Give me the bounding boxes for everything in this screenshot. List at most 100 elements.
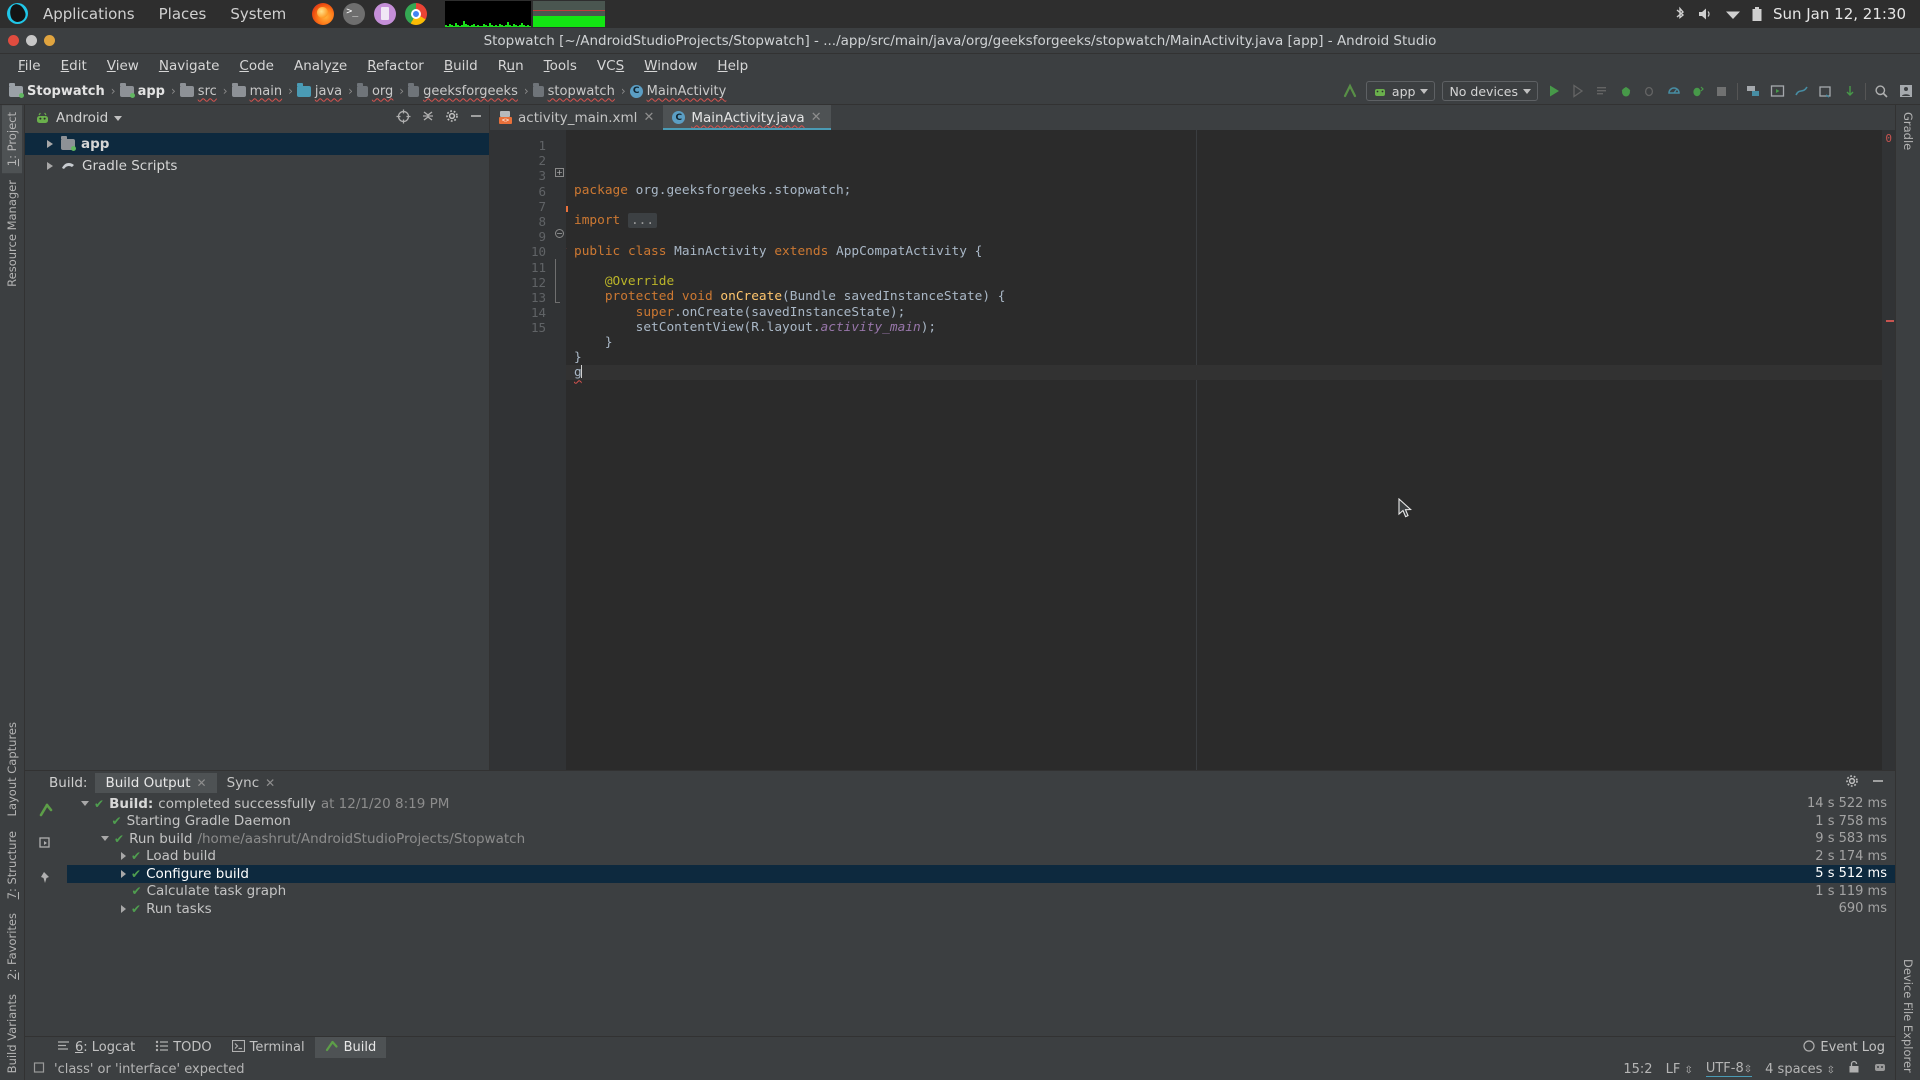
- tool-window-tab-7-structure[interactable]: 7: Structure: [2, 824, 22, 906]
- tab-build-output[interactable]: Build Output ✕: [95, 773, 217, 793]
- build-hammer-icon[interactable]: [38, 801, 55, 822]
- menu-vcs[interactable]: VCS: [587, 56, 634, 76]
- lock-icon[interactable]: [1848, 1060, 1860, 1078]
- close-icon[interactable]: ✕: [811, 110, 822, 125]
- tool-window-tab-layout-captures[interactable]: Layout Captures: [2, 715, 22, 823]
- battery-icon[interactable]: [1752, 6, 1762, 22]
- clock[interactable]: Sun Jan 12, 21:30: [1773, 5, 1906, 23]
- device-file-explorer-icon[interactable]: [1817, 83, 1834, 100]
- update-project-icon[interactable]: [1841, 83, 1858, 100]
- menu-help[interactable]: Help: [707, 56, 758, 76]
- breadcrumb-item-stopwatch[interactable]: stopwatch: [531, 82, 619, 99]
- breadcrumb-item-app[interactable]: app: [118, 82, 169, 99]
- breadcrumb-item-mainactivity[interactable]: C MainActivity: [628, 84, 731, 99]
- build-output-row[interactable]: ✔ Run tasks 690 ms: [67, 900, 1895, 918]
- bottom-tab-todo[interactable]: TODO: [145, 1038, 221, 1058]
- menu-navigate[interactable]: Navigate: [149, 56, 230, 76]
- build-output-row[interactable]: ✔ Calculate task graph 1 s 119 ms: [67, 883, 1895, 901]
- collapse-all-icon[interactable]: [421, 109, 435, 127]
- sync-project-icon[interactable]: [1342, 83, 1359, 100]
- run-icon[interactable]: [1545, 83, 1562, 100]
- error-marker[interactable]: [1886, 320, 1894, 322]
- code-line[interactable]: @Override: [566, 274, 1882, 289]
- cpu-monitor-graph[interactable]: [445, 1, 532, 27]
- build-output-tree[interactable]: ✔ Build: completed successfully at 12/1/2…: [67, 795, 1895, 1036]
- profiler-icon[interactable]: [1665, 83, 1682, 100]
- bottom-tab-6-logcat[interactable]: 6: Logcat: [47, 1038, 145, 1058]
- line-number[interactable]: 10: [490, 244, 567, 259]
- bluetooth-icon[interactable]: [1673, 6, 1687, 22]
- tool-window-tab-2-favorites[interactable]: 2: Favorites: [2, 906, 22, 987]
- menu-run[interactable]: Run: [488, 56, 534, 76]
- memory-monitor-graph[interactable]: [533, 1, 606, 27]
- tool-window-tab-build-variants[interactable]: Build Variants: [2, 987, 22, 1080]
- layout-inspector-icon[interactable]: [1793, 83, 1810, 100]
- menu-code[interactable]: Code: [229, 56, 284, 76]
- apply-changes-icon[interactable]: [1569, 83, 1586, 100]
- settings-gear-icon[interactable]: [1845, 774, 1859, 792]
- volume-icon[interactable]: [1698, 7, 1714, 21]
- breadcrumb-item-stopwatch[interactable]: Stopwatch: [7, 82, 109, 99]
- tool-window-tab-1-project[interactable]: 1: Project: [2, 105, 22, 174]
- debug-icon[interactable]: [1617, 83, 1634, 100]
- close-icon[interactable]: ✕: [643, 110, 654, 125]
- caret-position[interactable]: 15:2: [1623, 1062, 1652, 1077]
- indent-setting[interactable]: 4 spaces ⇳: [1765, 1062, 1835, 1077]
- expand-triangle-icon[interactable]: [121, 852, 126, 861]
- bottom-tab-terminal[interactable]: Terminal: [222, 1038, 315, 1058]
- code-line[interactable]: [566, 198, 1882, 213]
- fold-collapse-method-icon[interactable]: −: [555, 229, 564, 238]
- pin-icon[interactable]: [38, 870, 54, 890]
- breadcrumb-item-src[interactable]: src: [178, 82, 221, 99]
- breadcrumb-item-geeksforgeeks[interactable]: geeksforgeeks: [406, 82, 522, 99]
- editor-tab-mainactivity-java[interactable]: C MainActivity.java ✕: [663, 105, 831, 130]
- line-number[interactable]: 8: [490, 214, 552, 229]
- chrome-icon[interactable]: [405, 3, 428, 25]
- code-line[interactable]: }: [566, 335, 1882, 350]
- build-output-row[interactable]: ✔ Load build 2 s 174 ms: [67, 848, 1895, 866]
- tool-window-tab-gradle[interactable]: Gradle: [1898, 105, 1918, 157]
- terminal-icon[interactable]: [343, 3, 366, 25]
- line-number-gutter[interactable]: 1 2 3 6 7 8 9 10 11 12 13 14 15: [490, 130, 568, 770]
- locate-icon[interactable]: [396, 109, 411, 128]
- tab-sync[interactable]: Sync ✕: [217, 773, 286, 793]
- hide-panel-icon[interactable]: [1871, 774, 1885, 792]
- project-tree-node-gradle-scripts[interactable]: Gradle Scripts: [25, 155, 489, 177]
- line-number[interactable]: 1: [490, 138, 552, 153]
- breadcrumb-item-org[interactable]: org: [355, 82, 397, 99]
- menu-refactor[interactable]: Refactor: [357, 56, 434, 76]
- build-output-row[interactable]: ✔ Configure build 5 s 512 ms: [67, 865, 1895, 883]
- build-output-row[interactable]: ✔ Build: completed successfully at 12/1/2…: [67, 795, 1895, 813]
- code-line[interactable]: setContentView(R.layout.activity_main);: [566, 320, 1882, 335]
- project-tree[interactable]: app Gradle Scripts: [25, 131, 489, 770]
- editor-body[interactable]: 1 2 3 6 7 8 9 10 11 12 13 14 15 + − package org.geek…: [490, 130, 1895, 770]
- stop-icon[interactable]: [1713, 83, 1730, 100]
- menu-window[interactable]: Window: [634, 56, 707, 76]
- maximize-window-button[interactable]: [44, 35, 55, 46]
- tool-window-tab-device-file-explorer[interactable]: Device File Explorer: [1898, 952, 1918, 1080]
- android-face-icon[interactable]: [1873, 1060, 1887, 1078]
- profile-icon[interactable]: [1897, 83, 1914, 100]
- applications-menu[interactable]: Applications: [31, 0, 147, 28]
- expand-triangle-icon[interactable]: [121, 869, 126, 878]
- line-number[interactable]: 13: [490, 290, 552, 305]
- code-line[interactable]: public class MainActivity extends AppCom…: [566, 244, 1882, 259]
- code-line[interactable]: g: [566, 365, 1882, 381]
- apply-code-changes-icon[interactable]: [1593, 83, 1610, 100]
- distro-logo-icon[interactable]: [5, 1, 31, 27]
- hide-panel-icon[interactable]: [469, 109, 483, 127]
- error-stripe-gutter[interactable]: 0: [1882, 130, 1895, 770]
- minimize-window-button[interactable]: [26, 35, 37, 46]
- expand-triangle-icon[interactable]: [47, 162, 53, 170]
- code-line[interactable]: protected void onCreate(Bundle savedInst…: [566, 289, 1882, 304]
- line-number[interactable]: 2: [490, 153, 552, 168]
- line-number[interactable]: 12: [490, 275, 552, 290]
- device-selector[interactable]: No devices: [1442, 81, 1538, 101]
- close-icon[interactable]: ✕: [197, 776, 207, 790]
- code-line[interactable]: }: [566, 350, 1882, 365]
- attach-debugger-icon[interactable]: [1641, 83, 1658, 100]
- error-count-badge[interactable]: 0: [1885, 132, 1892, 145]
- collapse-triangle-icon[interactable]: [101, 836, 109, 842]
- code-line[interactable]: super.onCreate(savedInstanceState);: [566, 305, 1882, 320]
- fold-expand-import-icon[interactable]: +: [555, 168, 564, 177]
